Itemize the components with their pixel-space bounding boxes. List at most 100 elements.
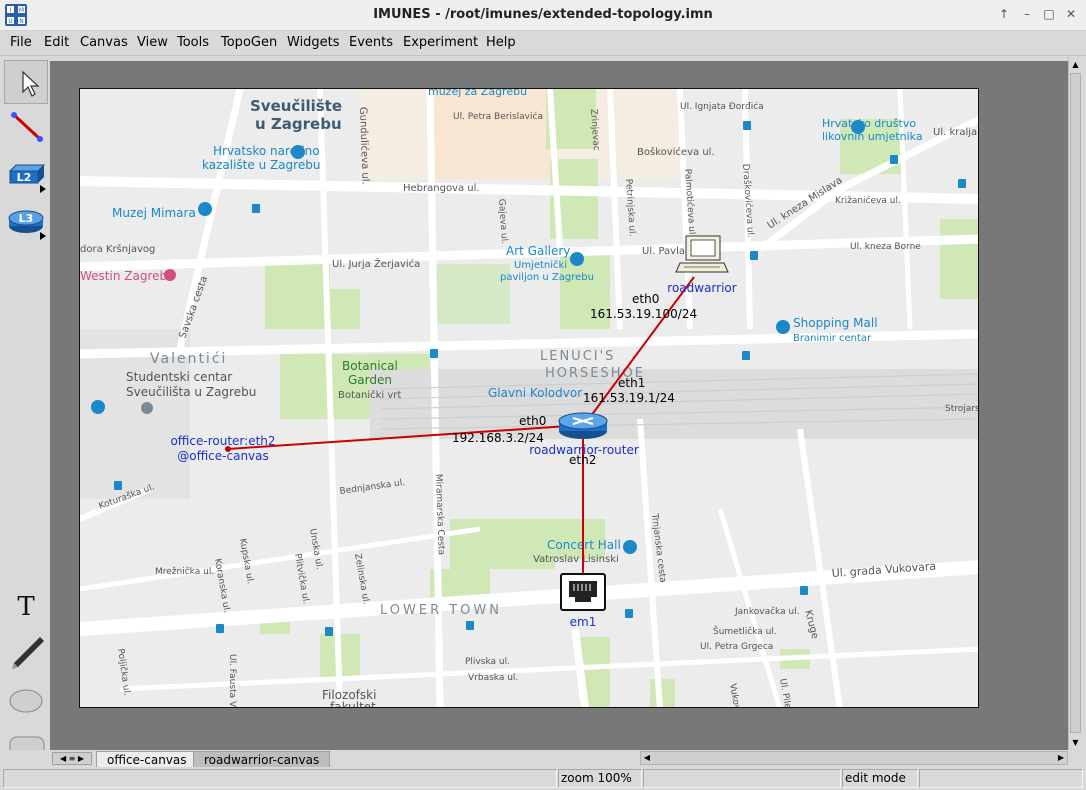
title-bar: I M U N IMUNES - /root/imunes/extended-t… xyxy=(0,0,1086,31)
link-icon xyxy=(11,112,43,142)
street-label: Križanićeva ul. xyxy=(835,195,901,206)
place-label: fakultet xyxy=(330,700,376,708)
street-label: Ul. kneza Borne xyxy=(850,242,921,252)
bus-stop-icon xyxy=(325,627,333,636)
scroll-left-icon[interactable]: ◀ xyxy=(641,752,653,764)
street-label: Vrbaska ul. xyxy=(468,673,518,683)
node-office-link[interactable]: office-router:eth2 @office-canvas xyxy=(170,434,275,463)
node-label: em1 xyxy=(570,615,597,629)
bus-stop-icon xyxy=(750,251,758,260)
place-label: Muzej Mimara xyxy=(112,206,196,220)
map-image: Sveučilište u Zagrebu Hrvatsko narodno k… xyxy=(80,89,978,708)
bus-stop-icon xyxy=(800,586,808,595)
vertical-scrollbar[interactable]: ▲ ▼ xyxy=(1068,57,1082,750)
minimize-icon[interactable]: – xyxy=(1018,6,1036,24)
menu-edit[interactable]: Edit xyxy=(44,35,69,50)
tool-palette: L2 L3 T xyxy=(0,57,50,758)
place-label: Glavni Kolodvor xyxy=(488,386,582,400)
l3-router-icon: L3 xyxy=(8,210,46,240)
svg-text:L2: L2 xyxy=(17,171,32,184)
menu-file[interactable]: File xyxy=(10,35,32,50)
place-label: Sveučilište xyxy=(250,97,342,115)
poi-marker-icon xyxy=(776,320,790,334)
menu-widgets[interactable]: Widgets xyxy=(287,35,340,50)
interface-label: eth1 xyxy=(618,376,645,390)
street-label: Ul. Pavla xyxy=(642,246,685,257)
poi-marker-icon xyxy=(141,402,153,414)
poi-marker-icon xyxy=(570,252,584,266)
horizontal-scrollbar[interactable]: ◀ ▶ xyxy=(640,751,1068,765)
partner-label: @office-canvas xyxy=(177,449,269,463)
menu-view[interactable]: View xyxy=(137,35,168,50)
node-label: roadwarrior xyxy=(667,281,736,295)
tab-roadwarrior-canvas[interactable]: roadwarrior-canvas xyxy=(193,751,331,767)
bus-stop-icon xyxy=(742,351,750,360)
horizontal-scroll-thumb[interactable] xyxy=(655,752,1053,764)
menu-topogen[interactable]: TopoGen xyxy=(221,35,277,50)
place-label: Sveučilišta u Zagrebu xyxy=(126,385,256,399)
scroll-down-icon[interactable]: ▼ xyxy=(1070,737,1081,748)
tab-scroll-arrows[interactable]: ◀ ≡ ▶ xyxy=(52,752,92,765)
bus-stop-icon xyxy=(958,179,966,188)
menu-help[interactable]: Help xyxy=(486,35,516,50)
router-icon xyxy=(558,412,608,439)
interface-label: eth0 xyxy=(632,292,659,306)
poi-marker-icon xyxy=(164,269,176,281)
place-label: kazalište u Zagrebu xyxy=(202,158,320,172)
place-label: Vatroslav Lisinski xyxy=(533,554,619,565)
place-label: likovnih umjetnika xyxy=(822,130,923,143)
pen-icon xyxy=(12,637,44,669)
poi-marker-icon xyxy=(623,540,637,554)
menu-canvas[interactable]: Canvas xyxy=(80,35,128,50)
street-label: Šumetlička ul. xyxy=(713,625,777,637)
partner-label: office-router:eth2 xyxy=(170,434,275,448)
shade-up-icon[interactable]: ↑ xyxy=(995,6,1013,24)
vertical-scroll-thumb[interactable] xyxy=(1070,73,1081,733)
place-label: muzej za Zagrebu xyxy=(428,89,527,98)
bus-stop-icon xyxy=(252,204,260,213)
scroll-right-icon[interactable]: ▶ xyxy=(1055,752,1067,764)
street-label: Boškovićeva ul. xyxy=(637,146,715,158)
place-label: LOWER TOWN xyxy=(380,603,502,618)
maximize-icon[interactable]: □ xyxy=(1040,6,1058,24)
place-label: Studentski centar xyxy=(126,370,232,384)
menu-experiment[interactable]: Experiment xyxy=(403,35,478,50)
oval-tool[interactable] xyxy=(4,677,48,721)
pointer-icon xyxy=(22,70,40,97)
street-label: Ul. Petra Berislavića xyxy=(453,111,543,122)
scroll-up-icon[interactable]: ▲ xyxy=(1070,59,1081,70)
svg-text:L3: L3 xyxy=(19,212,34,225)
close-icon[interactable]: ✕ xyxy=(1062,6,1080,24)
l2-tool[interactable]: L2 xyxy=(4,153,48,197)
imunes-window: I M U N IMUNES - /root/imunes/extended-t… xyxy=(0,0,1086,790)
link-tool[interactable] xyxy=(4,105,48,149)
place-label: Valentići xyxy=(150,351,227,367)
menu-tools[interactable]: Tools xyxy=(177,35,209,50)
text-tool[interactable]: T xyxy=(4,584,48,628)
bus-stop-icon xyxy=(890,155,898,164)
place-label: Art Gallery xyxy=(506,244,570,258)
street-label: Ul. Fausta Vrančića xyxy=(227,654,238,708)
street-label: Ul. Jurja Žerjavića xyxy=(332,257,420,270)
place-label: Botanički vrt xyxy=(338,389,401,401)
interface-label: eth2 xyxy=(569,453,596,467)
status-bar: zoom 100% edit mode xyxy=(0,768,1086,790)
zoom-status: zoom 100% xyxy=(558,769,642,788)
tab-office-canvas[interactable]: office-canvas xyxy=(96,751,198,767)
ip-label: 161.53.19.100/24 xyxy=(590,307,697,321)
poi-marker-icon xyxy=(851,120,865,134)
l2-switch-icon: L2 xyxy=(8,164,46,193)
street-label: Plivska ul. xyxy=(465,657,510,667)
street-label: Ul. kralja xyxy=(933,127,977,138)
l3-tool[interactable]: L3 xyxy=(4,200,48,244)
place-label: Umjetnički xyxy=(514,259,567,271)
menu-events[interactable]: Events xyxy=(349,35,393,50)
select-tool[interactable] xyxy=(4,60,48,104)
freeform-tool[interactable] xyxy=(4,631,48,675)
status-message xyxy=(3,769,557,788)
street-label: Ul. Petra Grgeca xyxy=(700,642,773,652)
canvas-background-map[interactable]: Sveučilište u Zagrebu Hrvatsko narodno k… xyxy=(79,88,979,708)
place-label: LENUCI'S xyxy=(540,349,615,364)
window-title: IMUNES - /root/imunes/extended-topology.… xyxy=(373,7,713,22)
place-label: Westin Zagreb xyxy=(80,269,167,283)
